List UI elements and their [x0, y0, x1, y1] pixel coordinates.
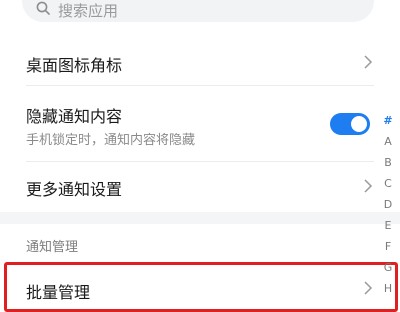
toggle-knob — [351, 116, 367, 132]
setting-title: 更多通知设置 — [26, 180, 123, 199]
index-letter[interactable]: B — [380, 152, 396, 173]
index-letter[interactable]: G — [380, 257, 396, 278]
setting-subtitle: 手机锁定时，通知内容将隐藏 — [26, 133, 196, 148]
setting-more-notifications[interactable]: 更多通知设置 — [0, 162, 400, 210]
setting-badge-icons[interactable]: 桌面图标角标 — [0, 40, 400, 85]
setting-title: 桌面图标角标 — [26, 56, 123, 75]
search-bar[interactable]: 搜索应用 — [22, 0, 374, 22]
index-letter[interactable]: H — [380, 278, 396, 299]
index-letter[interactable]: # — [380, 110, 396, 131]
index-letter[interactable]: C — [380, 173, 396, 194]
section-gap — [0, 212, 400, 224]
index-letter[interactable]: D — [380, 194, 396, 215]
search-icon — [36, 1, 50, 15]
chevron-right-icon — [364, 55, 373, 69]
highlight-box — [4, 262, 398, 312]
section-label: 通知管理 — [26, 240, 79, 255]
index-letter[interactable]: F — [380, 236, 396, 257]
setting-title: 隐藏通知内容 — [26, 107, 123, 126]
index-letter[interactable]: A — [380, 131, 396, 152]
alphabet-index[interactable]: # A B C D E F G H — [380, 110, 396, 299]
hide-content-toggle[interactable] — [330, 113, 370, 135]
index-letter[interactable]: E — [380, 215, 396, 236]
chevron-right-icon — [364, 179, 373, 193]
search-placeholder: 搜索应用 — [58, 2, 119, 20]
